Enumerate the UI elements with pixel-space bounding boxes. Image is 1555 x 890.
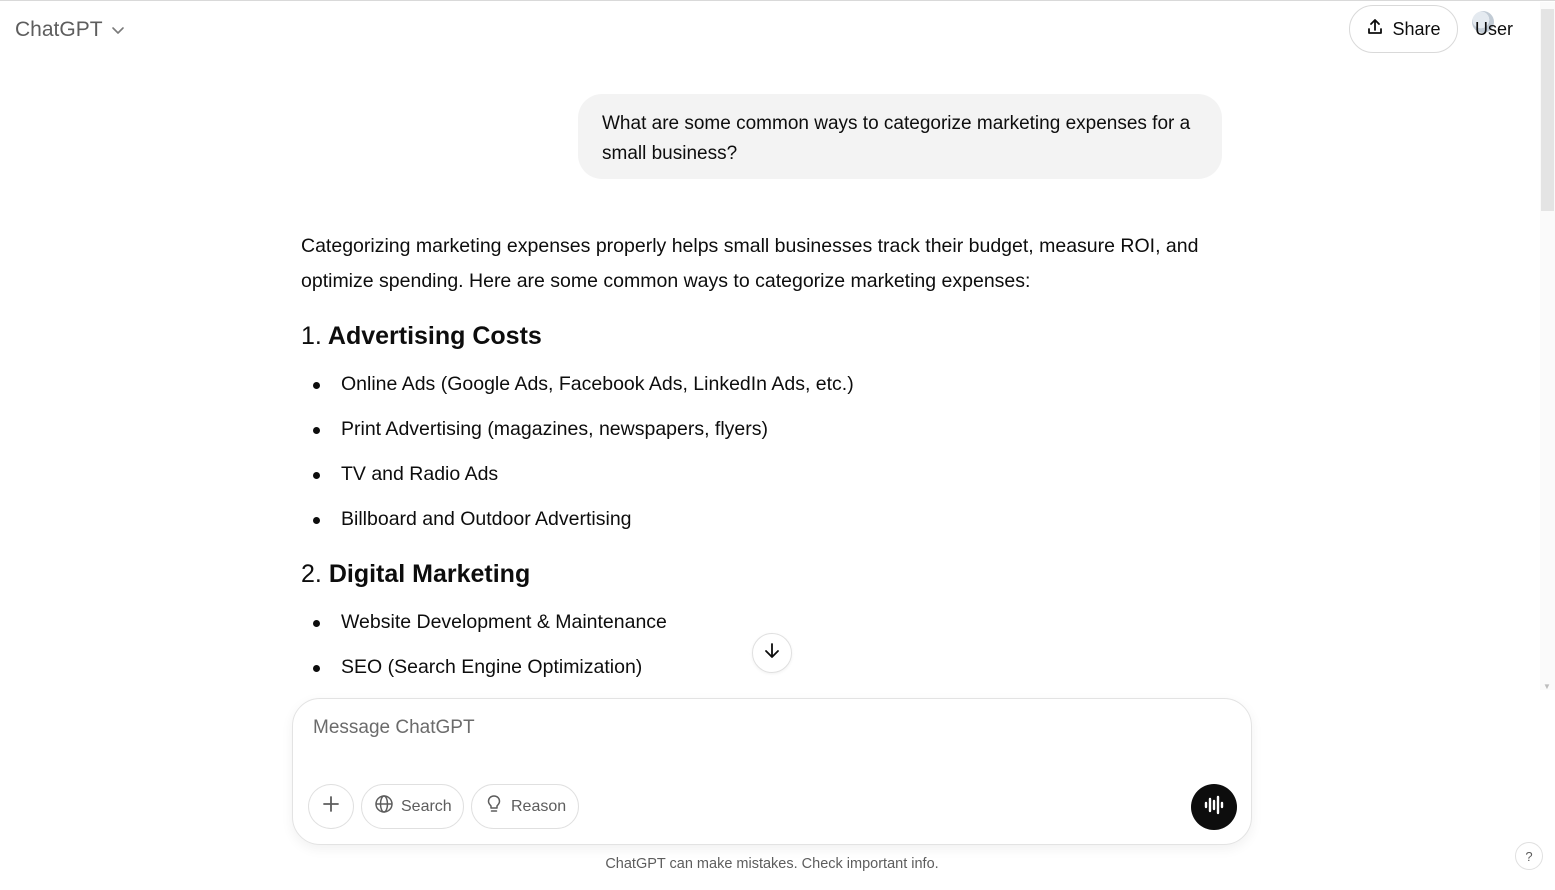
lightbulb-icon — [484, 794, 504, 819]
section-number: 2. — [301, 560, 322, 588]
section-title: Advertising Costs — [327, 322, 542, 350]
scroll-to-bottom-button[interactable] — [752, 633, 792, 673]
upload-icon — [1366, 18, 1384, 41]
help-button[interactable]: ? — [1515, 842, 1543, 870]
list-item: TV and Radio Ads — [301, 452, 1231, 497]
search-button[interactable]: Search — [361, 784, 464, 829]
section-heading: 1. Advertising Costs — [301, 320, 1231, 352]
arrow-down-icon — [762, 641, 782, 666]
share-button[interactable]: Share — [1349, 5, 1458, 53]
search-label: Search — [401, 797, 452, 815]
disclaimer-text: ChatGPT can make mistakes. Check importa… — [605, 856, 939, 872]
model-switcher[interactable]: ChatGPT — [15, 16, 125, 44]
scrollbar-down-arrow-icon[interactable]: ▼ — [1543, 682, 1551, 691]
attach-button[interactable] — [308, 784, 354, 829]
plus-icon — [321, 794, 341, 819]
list-item: Online Ads (Google Ads, Facebook Ads, Li… — [301, 362, 1231, 407]
message-composer: Message ChatGPT Search Reason — [292, 698, 1252, 845]
voice-wave-icon — [1202, 793, 1226, 822]
chevron-down-icon — [111, 23, 125, 37]
section-title: Digital Marketing — [328, 560, 531, 588]
assistant-message: Categorizing marketing expenses properly… — [301, 229, 1231, 690]
model-name: ChatGPT — [15, 18, 103, 41]
message-input[interactable]: Message ChatGPT — [313, 717, 1193, 745]
assistant-intro: Categorizing marketing expenses properly… — [301, 235, 1199, 292]
reason-label: Reason — [511, 797, 567, 815]
list-item: Print Advertising (magazines, newspapers… — [301, 407, 1231, 452]
section-number: 1. — [301, 322, 322, 350]
list-item: Billboard and Outdoor Advertising — [301, 497, 1231, 542]
scrollbar-thumb[interactable] — [1541, 9, 1554, 211]
user-message: What are some common ways to categorize … — [578, 94, 1222, 179]
bullet-list: Online Ads (Google Ads, Facebook Ads, Li… — [301, 362, 1231, 542]
globe-icon — [374, 794, 394, 819]
voice-mode-button[interactable] — [1191, 784, 1237, 830]
share-label: Share — [1392, 18, 1441, 39]
section-heading: 2. Digital Marketing — [301, 558, 1231, 590]
user-menu[interactable]: User — [1472, 11, 1513, 47]
top-bar: ChatGPT Share User — [0, 1, 1555, 59]
user-label: User — [1475, 18, 1514, 39]
reason-button[interactable]: Reason — [471, 784, 579, 829]
